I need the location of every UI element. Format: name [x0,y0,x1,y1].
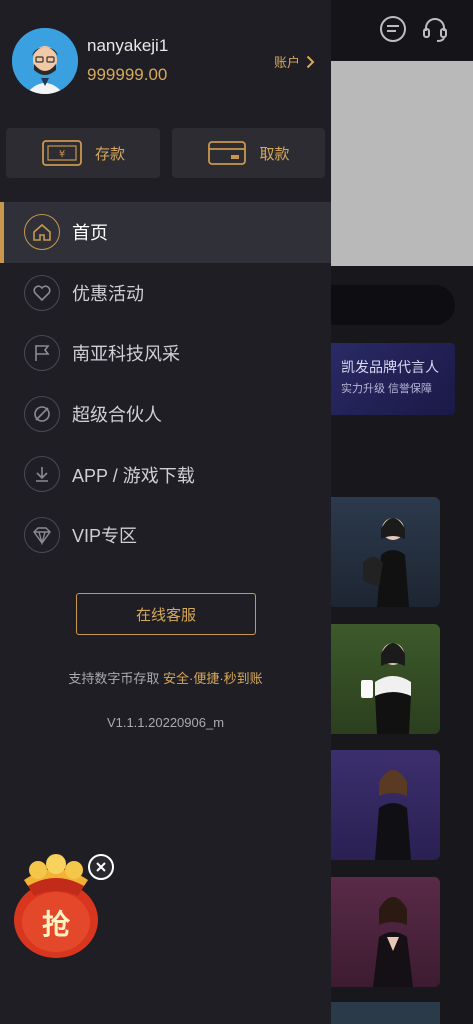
promo-subtitle: 实力升级 信誉保障 [341,383,433,395]
balance-amount: 999999.00 [87,65,168,84]
avatar[interactable] [12,28,78,94]
game-card[interactable] [331,877,440,987]
card-icon [208,141,247,165]
nav-item-promotions[interactable]: 优惠活动 [0,263,331,324]
promo-card[interactable]: 凯发品牌代言人 实力升级 信誉保障 [331,343,455,415]
user-avatar-icon [12,28,78,94]
tagline: 支持数字币存取 安全·便捷·秒到账 [0,668,331,687]
headset-icon[interactable] [420,14,450,44]
nav-label: 首页 [72,223,108,244]
nav-label: APP / 游戏下载 [72,465,195,486]
deposit-label: 存款 [94,145,125,163]
model-image [361,643,411,734]
nav-item-showcase[interactable]: 南亚科技风采 [0,323,331,384]
version-text: V1.1.1.20220906_m [106,715,225,730]
nav-menu: 首页 优惠活动 南亚科技风采 超级合伙人 APP / 游戏下载 VIP专区 [0,202,331,566]
nav-label: 南亚科技风采 [72,344,180,365]
profile-header: nanyakeji1 999999.00 账户 [0,0,331,100]
online-service-button[interactable]: 在线客服 [76,593,256,635]
promo-title: 凯发品牌代言人 [341,359,439,375]
message-icon[interactable] [378,14,408,44]
heart-icon [24,274,60,311]
chevron-right-icon [306,55,315,68]
game-card[interactable] [331,1002,440,1024]
nav-item-home[interactable]: 首页 [0,202,331,263]
svg-text:¥: ¥ [59,149,65,160]
game-card[interactable] [331,624,440,734]
model-image [363,518,409,607]
tagline-highlight: 安全·便捷·秒到账 [162,671,263,686]
diamond-icon [24,516,60,553]
close-float-button[interactable] [88,854,114,880]
close-icon [96,862,106,872]
account-link[interactable]: 账户 [274,52,315,71]
nav-label: 优惠活动 [72,283,144,304]
username: nanyakeji1 [87,36,169,55]
game-card[interactable] [331,750,440,860]
nav-label: 超级合伙人 [72,405,162,426]
deposit-icon: ¥ [42,140,82,166]
model-image [373,897,413,987]
nav-item-partner[interactable]: 超级合伙人 [0,384,331,445]
model-image [375,770,411,860]
partner-icon [24,395,60,432]
tagline-text: 支持数字币存取 [68,671,160,686]
game-card[interactable] [331,497,440,607]
redbag-label: 抢 [42,908,71,941]
banner[interactable] [331,61,473,266]
withdraw-label: 取款 [259,145,290,163]
nav-item-download[interactable]: APP / 游戏下载 [0,444,331,505]
deposit-button[interactable]: ¥ 存款 [6,128,160,178]
nav-label: VIP专区 [72,526,138,547]
account-label: 账户 [274,55,301,70]
withdraw-button[interactable]: 取款 [172,128,325,178]
home-icon [24,214,60,250]
flag-icon [24,335,60,372]
nav-item-vip[interactable]: VIP专区 [0,505,331,566]
download-icon [24,456,60,493]
